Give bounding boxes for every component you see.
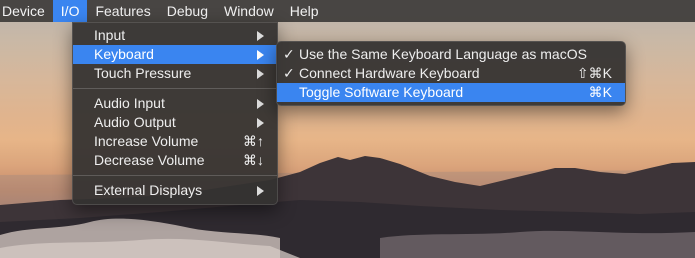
menu-item-label: Audio Input — [94, 95, 165, 111]
menu-separator — [73, 88, 277, 89]
keyboard-submenu: ✓ Use the Same Keyboard Language as macO… — [276, 41, 626, 106]
menu-item-connect-hardware-keyboard[interactable]: ✓ Connect Hardware Keyboard ⇧⌘K — [277, 64, 625, 83]
menu-item-label: Toggle Software Keyboard — [299, 84, 464, 100]
submenu-arrow-icon — [257, 50, 264, 60]
submenu-arrow-icon — [257, 31, 264, 41]
menu-item-decrease-volume[interactable]: Decrease Volume ⌘↓ — [73, 151, 277, 170]
menu-item-label: Use the Same Keyboard Language as macOS — [299, 46, 587, 62]
keyboard-shortcut: ⌘↑ — [243, 133, 264, 149]
menu-item-label: Input — [94, 27, 126, 43]
menu-item-label: Increase Volume — [94, 133, 199, 149]
menu-device[interactable]: Device — [0, 0, 53, 22]
menu-item-audio-output[interactable]: Audio Output — [73, 113, 277, 132]
menu-item-label: Audio Output — [94, 114, 176, 130]
menu-window[interactable]: Window — [216, 0, 282, 22]
menu-item-external-displays[interactable]: External Displays — [73, 181, 277, 200]
submenu-arrow-icon — [257, 186, 264, 196]
keyboard-shortcut: ⇧⌘K — [576, 65, 612, 81]
checkmark-icon: ✓ — [283, 65, 295, 81]
menu-features[interactable]: Features — [87, 0, 158, 22]
menu-item-increase-volume[interactable]: Increase Volume ⌘↑ — [73, 132, 277, 151]
submenu-arrow-icon — [257, 99, 264, 109]
submenu-arrow-icon — [257, 118, 264, 128]
menu-item-label: Touch Pressure — [94, 65, 192, 81]
menu-item-toggle-software-keyboard[interactable]: Toggle Software Keyboard ⌘K — [277, 83, 625, 102]
menu-io[interactable]: I/O — [52, 0, 88, 22]
submenu-arrow-icon — [257, 69, 264, 79]
menu-item-audio-input[interactable]: Audio Input — [73, 94, 277, 113]
menu-separator — [73, 175, 277, 176]
checkmark-icon: ✓ — [283, 46, 295, 62]
menu-item-input[interactable]: Input — [73, 26, 277, 45]
menu-help[interactable]: Help — [282, 0, 327, 22]
menu-item-label: Connect Hardware Keyboard — [299, 65, 480, 81]
menu-item-touch-pressure[interactable]: Touch Pressure — [73, 64, 277, 83]
menu-item-keyboard[interactable]: Keyboard — [73, 45, 277, 64]
keyboard-shortcut: ⌘↓ — [243, 152, 264, 168]
menu-item-same-keyboard-language[interactable]: ✓ Use the Same Keyboard Language as macO… — [277, 45, 625, 64]
menu-item-label: Keyboard — [94, 46, 154, 62]
io-dropdown-menu: Input Keyboard Touch Pressure Audio Inpu… — [72, 22, 278, 205]
menu-debug[interactable]: Debug — [159, 0, 216, 22]
menu-item-label: Decrease Volume — [94, 152, 205, 168]
menu-bar: Device I/O Features Debug Window Help — [0, 0, 695, 22]
keyboard-shortcut: ⌘K — [588, 84, 612, 100]
menu-item-label: External Displays — [94, 182, 203, 198]
